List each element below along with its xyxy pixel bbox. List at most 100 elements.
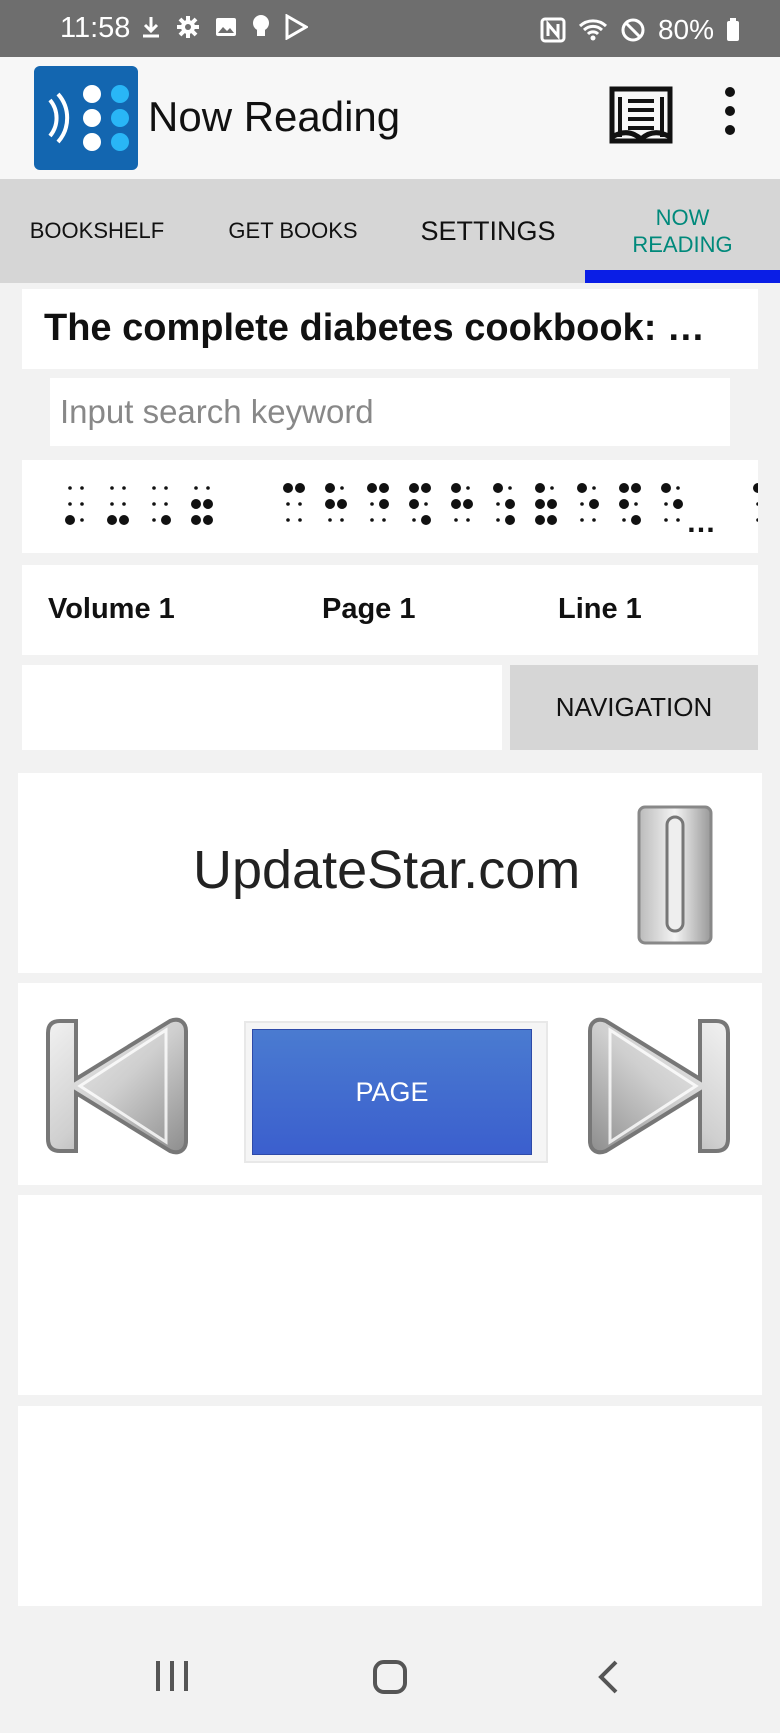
braille-dot-flat <box>634 502 638 506</box>
navigation-field[interactable] <box>22 665 502 750</box>
tab-get-books[interactable]: GET BOOKS <box>194 179 392 283</box>
braille-dot-flat <box>122 502 126 506</box>
braille-dot-flat <box>80 518 84 522</box>
braille-dot-raised <box>661 483 671 493</box>
play-store-icon <box>285 14 308 40</box>
braille-dot-flat <box>194 486 198 490</box>
image-icon <box>216 18 236 36</box>
braille-dot-flat <box>580 518 584 522</box>
braille-ellipsis: … <box>686 506 716 539</box>
braille-dot-flat <box>676 486 680 490</box>
braille-dot-flat <box>152 486 156 490</box>
braille-dot-flat <box>328 518 332 522</box>
braille-dot-flat <box>756 518 760 522</box>
braille-dot-raised <box>337 499 347 509</box>
ad-banner[interactable]: UpdateStar.com <box>18 773 762 973</box>
braille-dot-raised <box>451 483 461 493</box>
back-icon[interactable] <box>596 1659 620 1700</box>
home-icon[interactable] <box>372 1659 408 1700</box>
location-row: Volume 1 Page 1 Line 1 <box>22 565 758 655</box>
braille-dot-flat <box>496 518 500 522</box>
braille-dot-raised <box>325 483 335 493</box>
book-title: The complete diabetes cookbook: … <box>44 307 705 349</box>
braille-dot-flat <box>664 518 668 522</box>
tab-label: NOW READING <box>632 205 733 257</box>
braille-dot-raised <box>295 483 305 493</box>
braille-dot-flat <box>496 502 500 506</box>
braille-line[interactable]: … <box>22 460 775 553</box>
app-logo-icon <box>34 66 138 170</box>
braille-dot-raised <box>535 499 545 509</box>
braille-dot-raised <box>619 499 629 509</box>
bulb-icon <box>253 15 269 36</box>
braille-dot-raised <box>451 499 461 509</box>
braille-dot-raised <box>409 499 419 509</box>
braille-dot-raised <box>119 515 129 525</box>
braille-dot-raised <box>577 483 587 493</box>
gear-icon <box>177 16 199 38</box>
braille-dot-flat <box>508 486 512 490</box>
overflow-menu-icon[interactable] <box>720 87 740 137</box>
status-time: 11:58 <box>60 12 131 44</box>
battery-icon <box>727 18 739 41</box>
line-label: Line 1 <box>558 593 642 625</box>
braille-cells <box>65 483 775 525</box>
braille-dot-flat <box>298 518 302 522</box>
braille-dot-raised <box>191 499 201 509</box>
braille-dot-flat <box>68 486 72 490</box>
braille-dot-flat <box>454 518 458 522</box>
tab-selected-indicator <box>585 270 780 283</box>
braille-dot-raised <box>107 515 117 525</box>
next-icon[interactable] <box>586 1013 736 1164</box>
braille-dot-flat <box>664 502 668 506</box>
status-bar: 11:58 80% <box>0 0 780 57</box>
tab-now-reading[interactable]: NOW READING <box>585 179 780 283</box>
tab-label: GET BOOKS <box>228 218 358 243</box>
braille-dot-raised <box>753 483 763 493</box>
empty-panel <box>18 1195 762 1395</box>
braille-dot-flat <box>206 486 210 490</box>
battery-percent: 80% <box>657 14 714 45</box>
braille-dot-raised <box>493 483 503 493</box>
braille-dot-flat <box>122 486 126 490</box>
braille-dot-flat <box>592 518 596 522</box>
braille-dot-flat <box>592 486 596 490</box>
braille-dot-flat <box>580 502 584 506</box>
braille-dot-raised <box>379 483 389 493</box>
braille-dot-raised <box>505 499 515 509</box>
page-button[interactable]: PAGE <box>244 1021 548 1163</box>
braille-dot-raised <box>203 499 213 509</box>
tab-bookshelf[interactable]: BOOKSHELF <box>0 179 194 283</box>
braille-dot-raised <box>463 499 473 509</box>
braille-dot-flat <box>340 486 344 490</box>
nfc-icon <box>540 17 566 43</box>
ad-action-icon[interactable] <box>635 803 715 952</box>
braille-dot-raised <box>367 483 377 493</box>
braille-dot-raised <box>505 515 515 525</box>
empty-panel <box>18 1406 762 1606</box>
volume-label: Volume 1 <box>48 593 175 625</box>
braille-dot-flat <box>298 502 302 506</box>
search-input[interactable] <box>50 378 730 446</box>
braille-dot-raised <box>535 483 545 493</box>
page-title: Now Reading <box>148 93 401 140</box>
braille-dot-raised <box>547 499 557 509</box>
braille-dot-raised <box>631 483 641 493</box>
braille-dot-flat <box>68 502 72 506</box>
braille-dot-raised <box>65 515 75 525</box>
tab-settings[interactable]: SETTINGS <box>392 179 584 283</box>
recents-icon[interactable] <box>154 1659 190 1698</box>
braille-dot-flat <box>110 502 114 506</box>
braille-dot-flat <box>340 518 344 522</box>
tab-bar: BOOKSHELF GET BOOKS SETTINGS NOW READING <box>0 179 780 283</box>
ad-text: UpdateStar.com <box>193 840 581 900</box>
navigation-button[interactable]: NAVIGATION <box>510 665 758 750</box>
book-list-icon[interactable] <box>606 79 676 154</box>
braille-dot-flat <box>152 502 156 506</box>
previous-icon[interactable] <box>40 1013 190 1164</box>
braille-dot-raised <box>589 499 599 509</box>
app-bar: Now Reading <box>0 57 780 179</box>
braille-dot-flat <box>370 502 374 506</box>
braille-dot-raised <box>673 499 683 509</box>
braille-dot-flat <box>80 486 84 490</box>
